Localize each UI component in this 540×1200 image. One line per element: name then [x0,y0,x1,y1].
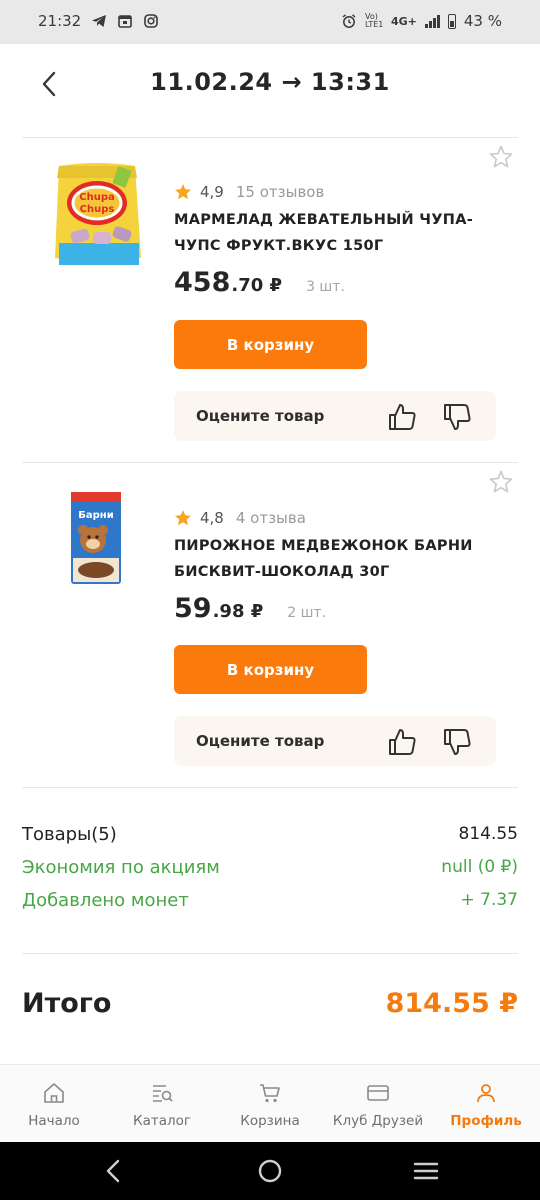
header: 11.02.24 → 13:31 [0,44,540,124]
nav-item-home[interactable]: Начало [0,1065,108,1142]
product-card: Барни 4,8 4 отзыва ПИРОЖНОЕ МЕДВЕЖОНОК Б… [0,463,540,788]
nav-item-catalog[interactable]: Каталог [108,1065,216,1142]
items-value: 814.55 [458,824,518,844]
status-time: 21:32 [38,12,82,30]
total-row: Итого 814.55 ₽ [22,988,518,1019]
calendar-icon [118,15,133,28]
status-right: Vo) LTE1 4G+ 43 % [341,12,502,30]
price-integer: 59 [174,593,212,624]
nav-label: Каталог [133,1113,191,1129]
product-name[interactable]: ПИРОЖНОЕ МЕДВЕЖОНОК БАРНИ БИСКВИТ-ШОКОЛА… [174,533,474,585]
profile-icon [477,1084,495,1103]
thumbs-up-icon[interactable] [386,401,418,433]
battery-icon [447,13,456,29]
summary-items-row: Товары(5) 814.55 [22,824,518,845]
product-image[interactable]: Chupa Chups [45,158,150,273]
bottom-nav: Начало Каталог Корзина Клуб Друзей Профи… [0,1064,540,1142]
nav-item-profile[interactable]: Профиль [432,1065,540,1142]
product-card: Chupa Chups 4,9 15 отзывов МАРМЕЛАД ЖЕВА… [0,138,540,463]
rating-row: 4,8 4 отзыва [174,509,306,527]
add-to-cart-button[interactable]: В корзину [174,645,367,694]
rate-product-label: Оцените товар [196,407,325,425]
status-left: 21:32 [38,12,159,30]
pack-brand: Chupa [79,192,114,203]
rating-value: 4,9 [200,183,224,201]
summary-savings-row: Экономия по акциям null (0 ₽) [22,857,518,878]
battery-label: 43 % [463,12,502,30]
summary-coins-row: Добавлено монет + 7.37 [22,890,518,911]
coins-value: + 7.37 [460,890,519,910]
reviews-link[interactable]: 4 отзыва [236,509,306,527]
nav-label: Профиль [450,1113,522,1129]
divider [22,787,518,788]
thumbs-down-icon[interactable] [441,726,473,758]
nav-item-friends-club[interactable]: Клуб Друзей [324,1065,432,1142]
favorite-star-icon[interactable] [488,144,514,170]
system-recents-icon[interactable] [412,1157,440,1185]
system-nav-bar [0,1142,540,1200]
price-row: 59 .98 ₽ 2 шт. [174,593,326,624]
price-fraction: .98 ₽ [212,601,264,622]
rate-product-label: Оцените товар [196,732,325,750]
telegram-icon [92,15,107,27]
reviews-link[interactable]: 15 отзывов [236,183,324,201]
system-home-icon[interactable] [256,1157,284,1185]
coins-label: Добавлено монет [22,890,189,911]
price-integer: 458 [174,267,231,298]
catalog-search-icon [153,1085,173,1102]
volte-label: Vo) LTE1 [364,12,384,29]
rating-row: 4,9 15 отзывов [174,183,324,201]
savings-label: Экономия по акциям [22,857,220,878]
items-label: Товары(5) [22,824,117,845]
signal-icon [424,14,440,28]
price-row: 458 .70 ₽ 3 шт. [174,267,345,298]
network-label: 4G+ [390,14,417,28]
star-icon [175,184,191,200]
price-fraction: .70 ₽ [231,275,283,296]
alarm-icon [342,14,356,28]
thumbs-down-icon[interactable] [441,401,473,433]
nav-label: Начало [28,1113,80,1129]
divider [22,953,518,954]
instagram-icon [144,14,159,28]
add-to-cart-button[interactable]: В корзину [174,320,367,369]
total-label: Итого [22,988,112,1019]
favorite-star-icon[interactable] [488,469,514,495]
thumbs-up-icon[interactable] [386,726,418,758]
total-value: 814.55 ₽ [385,988,518,1019]
pack-brand: Барни [78,510,113,521]
nav-item-cart[interactable]: Корзина [216,1065,324,1142]
star-icon [175,510,191,526]
quantity-label: 3 шт. [306,279,345,295]
savings-value: null (0 ₽) [441,857,518,877]
quantity-label: 2 шт. [287,605,327,621]
cart-icon [260,1084,280,1103]
system-back-icon[interactable] [100,1157,128,1185]
product-name[interactable]: МАРМЕЛАД ЖЕВАТЕЛЬНЫЙ ЧУПА-ЧУПС ФРУКТ.ВКУ… [174,207,474,259]
product-image[interactable]: Барни [45,488,150,603]
card-icon [367,1085,389,1101]
home-icon [44,1083,64,1103]
svg-text:Chups: Chups [80,204,115,215]
nav-label: Корзина [240,1113,300,1129]
status-bar: 21:32 Vo) LTE1 4G+ 43 % [0,0,540,44]
barni-pack-image: Барни [71,492,121,584]
chupa-chups-pack-image: Chupa Chups [55,163,141,265]
rate-product-box: Оцените товар [174,391,496,441]
rate-product-box: Оцените товар [174,716,496,766]
page-title: 11.02.24 → 13:31 [150,68,390,96]
rating-value: 4,8 [200,509,224,527]
nav-label: Клуб Друзей [332,1113,424,1129]
